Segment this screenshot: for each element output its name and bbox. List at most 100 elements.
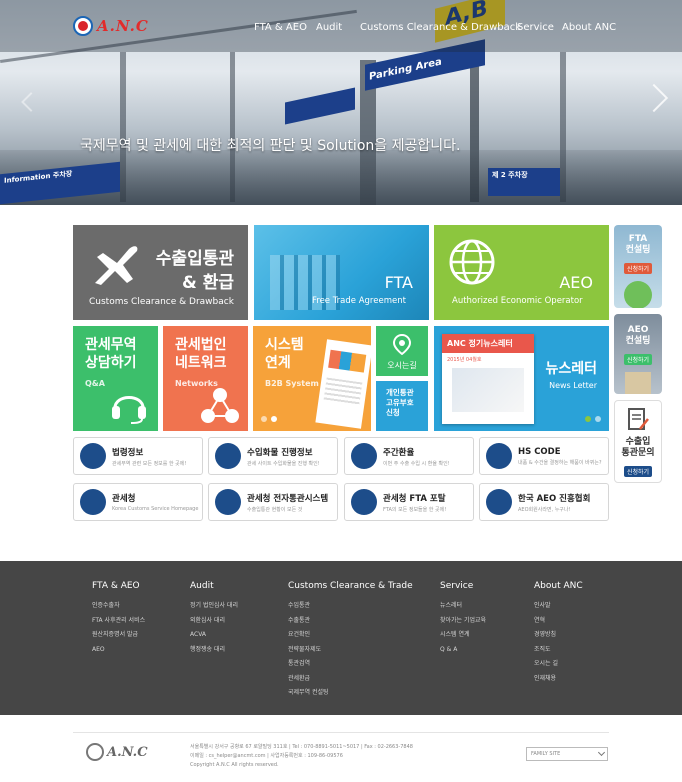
brand-logo[interactable]: A.N.C — [73, 16, 149, 36]
side-card-fta-line1: FTA — [628, 234, 648, 244]
tile-privacy[interactable]: 개인통관 고유부호 신청 — [376, 381, 428, 431]
family-site-select[interactable]: FAMILY SITE — [526, 747, 608, 761]
footer-link[interactable]: 외환심사 대리 — [190, 614, 238, 629]
nav-about[interactable]: About ANC — [562, 22, 616, 33]
footer-link[interactable]: 인사말 — [534, 599, 583, 614]
side-card-fta-consulting[interactable]: FTA 컨설팅 신청하기 — [614, 225, 662, 308]
quick-link-sub: FTA의 모든 정보들을 한 곳에! — [383, 506, 447, 513]
footer-link[interactable]: 연혁 — [534, 614, 583, 629]
tile-customs-clearance[interactable]: 수출입통관 & 환급 Customs Clearance & Drawback — [73, 225, 248, 320]
footer-heading[interactable]: Audit — [190, 581, 238, 591]
footer-link[interactable]: 찾아가는 기업교육 — [440, 614, 486, 629]
quick-link-title: 관세청 전자통관시스템 — [247, 493, 329, 504]
footer-link[interactable]: ACVA — [190, 628, 238, 643]
tile-system[interactable]: 시스템 연계 B2B System — [253, 326, 371, 431]
quick-link-hscode[interactable]: HS CODE 내품 & 수건을 결정하는 해품이 바뀌는? — [479, 437, 609, 475]
side-card-inquiry-badge[interactable]: 신청하기 — [623, 466, 653, 477]
footer-link[interactable]: 경영방침 — [534, 628, 583, 643]
tile-aeo[interactable]: AEO Authorized Economic Operator — [434, 225, 609, 320]
footer-bottom: A.N.C 서울특별시 강서구 공항로 67 로얄빌딩 311호 | Tel :… — [0, 715, 682, 782]
footer-link[interactable]: 원산지증명서 발급 — [92, 628, 145, 643]
slider-prev-icon[interactable] — [21, 92, 41, 112]
globe-icon — [73, 16, 93, 36]
tile-newsletter-title: 뉴스레터 — [545, 361, 597, 377]
map-pin-icon — [392, 333, 412, 356]
family-site-label: FAMILY SITE — [531, 751, 561, 757]
footer-link[interactable]: 통관검역 — [288, 657, 413, 672]
footer-link[interactable]: 요건확인 — [288, 628, 413, 643]
tile-qa-line1: 관세무역 — [85, 337, 137, 353]
quick-link-aeo-association[interactable]: 한국 AEO 진흥협회 AEO회원사라면, 누구나! — [479, 483, 609, 521]
footer-col-customs: Customs Clearance & Trade 수입통관 수출통관 요건확인… — [288, 581, 413, 701]
quick-link-unipass[interactable]: 관세청 전자통관시스템 수출입통관 현황이 모든 것 — [208, 483, 338, 521]
tile-fta-english: Free Trade Agreement — [312, 296, 406, 306]
side-card-customs-inquiry[interactable]: 수출입 통관문의 신청하기 — [614, 400, 662, 483]
footer-logo[interactable]: A.N.C — [86, 743, 148, 761]
tile-privacy-line2: 고유부호 — [386, 398, 414, 407]
footer-link[interactable]: 인재채용 — [534, 672, 583, 687]
tile-network-line1: 관세법인 — [175, 337, 227, 353]
quick-link-title: 주간환율 — [383, 447, 415, 458]
slider-dots[interactable] — [261, 416, 277, 422]
footer-link[interactable]: 수입통관 — [288, 599, 413, 614]
footer-link[interactable]: 관세환급 — [288, 672, 413, 687]
footer-heading[interactable]: About ANC — [534, 581, 583, 591]
side-card-aeo-badge[interactable]: 신청하기 — [623, 354, 653, 365]
footer-link[interactable]: 뉴스레터 — [440, 599, 486, 614]
footer-link[interactable]: 조직도 — [534, 643, 583, 658]
footer-link[interactable]: FTA 사후관리 서비스 — [92, 614, 145, 629]
side-card-fta-line2: 컨설팅 — [625, 245, 651, 255]
quick-link-cargo[interactable]: 수입화물 진행정보 관세 사이트 수입화물을 진행 확인! — [208, 437, 338, 475]
footer-heading[interactable]: FTA & AEO — [92, 581, 145, 591]
footer-link[interactable]: 시스템 연계 — [440, 628, 486, 643]
footer-link[interactable]: 행정쟁송 대리 — [190, 643, 238, 658]
tile-network[interactable]: 관세법인 네트워크 Networks — [163, 326, 248, 431]
footer-col-service: Service 뉴스레터 찾아가는 기업교육 시스템 연계 Q & A — [440, 581, 486, 657]
nav-audit[interactable]: Audit — [316, 22, 342, 33]
slider-next-icon[interactable] — [639, 83, 669, 113]
currency-exchange-icon — [351, 443, 377, 469]
footer-link[interactable]: 인증수출자 — [92, 599, 145, 614]
hero-banner: A,B Parking Area Information 주차장 제 2 주차장… — [0, 0, 682, 205]
tile-newsletter[interactable]: ANC 정기뉴스레터 2015년 04월호 뉴스레터 News Letter — [434, 326, 609, 431]
nav-customs[interactable]: Customs Clearance & Drawback — [360, 22, 521, 33]
quick-link-title: HS CODE — [518, 446, 561, 457]
footer-copyright: Copyright A.N.C All rights reserved. — [190, 762, 279, 768]
nav-fta-aeo[interactable]: FTA & AEO — [254, 22, 307, 33]
footer-link[interactable]: AEO — [92, 643, 145, 658]
footer-link[interactable]: Q & A — [440, 643, 486, 658]
quick-link-fta-portal[interactable]: 관세청 FTA 포탈 FTA의 모든 정보들을 한 곳에! — [344, 483, 474, 521]
nav-service[interactable]: Service — [517, 22, 554, 33]
footer-link[interactable]: 국제무역 컨설팅 — [288, 686, 413, 701]
slider-dots[interactable] — [585, 416, 601, 422]
tile-fta[interactable]: FTA Free Trade Agreement — [254, 225, 429, 320]
quick-link-exchange[interactable]: 주간환율이번 주 수출 수입 시 환율 확인! — [344, 437, 474, 475]
quick-link-title: 한국 AEO 진흥협회 — [518, 493, 591, 504]
footer-heading[interactable]: Service — [440, 581, 486, 591]
footer-heading[interactable]: Customs Clearance & Trade — [288, 581, 413, 591]
tile-privacy-line3: 신청 — [386, 408, 400, 417]
footer-col-about: About ANC 인사말 연혁 경영방침 조직도 오시는 길 인재채용 — [534, 581, 583, 686]
footer-link[interactable]: 오시는 길 — [534, 657, 583, 672]
quick-link-law[interactable]: 법령정보 관세무역 관련 모든 정보를 한 곳에! — [73, 437, 203, 475]
tile-qa[interactable]: 관세무역 상담하기 Q&A — [73, 326, 158, 431]
globe-arrow-icon — [351, 489, 377, 515]
quick-link-customs-office[interactable]: 관세청 Korea Customs Service Homepage — [73, 483, 203, 521]
side-card-aeo-consulting[interactable]: AEO 컨설팅 신청하기 — [614, 314, 662, 394]
quick-link-sub: 이번 주 수출 수입 시 환율 확인! — [383, 460, 450, 467]
newsletter-card-title: ANC 정기뉴스레터 — [442, 334, 534, 353]
footer-logo-text: A.N.C — [107, 744, 148, 760]
footer-link[interactable]: 전략물자제도 — [288, 643, 413, 658]
footer-link[interactable]: 수출통관 — [288, 614, 413, 629]
tile-privacy-line1: 개인통관 — [386, 388, 414, 397]
tile-newsletter-english: News Letter — [549, 381, 597, 390]
tile-aeo-title: AEO — [559, 273, 593, 292]
footer-link[interactable]: 정기 법인심사 대리 — [190, 599, 238, 614]
tile-location[interactable]: 오시는길 — [376, 326, 428, 376]
chevron-down-icon — [597, 748, 606, 757]
quick-link-title: 수입화물 진행정보 — [247, 447, 313, 458]
network-people-icon — [201, 388, 239, 423]
side-card-fta-badge[interactable]: 신청하기 — [623, 263, 653, 274]
headset-icon — [112, 396, 146, 424]
quick-link-sub: 내품 & 수건을 결정하는 해품이 바뀌는? — [518, 459, 602, 466]
